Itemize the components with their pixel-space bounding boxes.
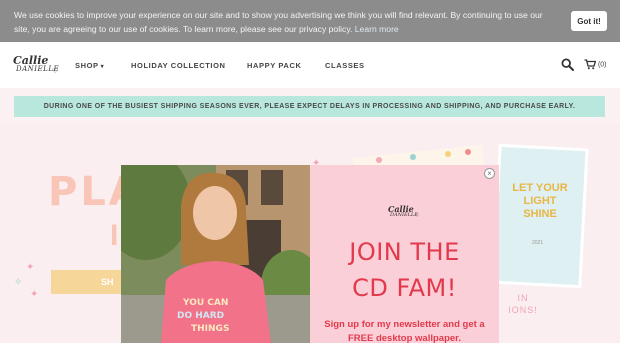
- shipping-banner: DURING ONE OF THE BUSIEST SHIPPING SEASO…: [14, 96, 605, 117]
- card-year: 2021: [532, 240, 544, 246]
- heart-icon: ♡: [415, 213, 420, 219]
- svg-text:YOU CAN: YOU CAN: [182, 298, 228, 308]
- star-icon: ✧: [14, 277, 23, 288]
- svg-text:THINGS: THINGS: [191, 324, 229, 334]
- hero-side-text: IN IONS!: [508, 293, 538, 315]
- chevron-down-icon: ▾: [100, 64, 105, 70]
- got-it-button[interactable]: Got it!: [571, 11, 607, 31]
- modal-title: JOIN THE CD FAM!: [318, 234, 491, 306]
- site-logo[interactable]: Callie DANIELLE ♡: [13, 54, 61, 78]
- heart-icon: ♡: [52, 67, 59, 75]
- modal-title-line-1: JOIN THE: [349, 238, 460, 266]
- confetti-dot: [465, 149, 471, 155]
- cookie-bar: We use cookies to improve your experienc…: [0, 0, 620, 42]
- card-text: LET YOUR LIGHT SHINE: [512, 182, 568, 220]
- modal-logo: Callie DANIELLE ♡: [388, 204, 422, 224]
- star-icon: ✦: [30, 289, 39, 300]
- nav-classes[interactable]: CLASSES: [325, 61, 365, 70]
- cookie-text: We use cookies to improve your experienc…: [14, 10, 543, 34]
- hero-shop-button[interactable]: SH: [51, 270, 121, 294]
- nav-shop-label: SHOP: [75, 61, 99, 70]
- confetti-dot: [376, 157, 382, 163]
- cart-icon: [584, 59, 597, 70]
- close-icon[interactable]: ×: [484, 168, 495, 179]
- confetti-dot: [445, 151, 451, 157]
- svg-text:DO HARD: DO HARD: [177, 311, 224, 321]
- cart-button[interactable]: (0): [584, 59, 607, 71]
- modal-title-line-2: CD FAM!: [352, 274, 457, 302]
- hero-headline-line-2: I: [110, 219, 119, 252]
- confetti-dot: [410, 154, 416, 160]
- search-icon[interactable]: [561, 58, 574, 71]
- nav-shop[interactable]: SHOP ▾: [75, 61, 104, 70]
- cart-count: (0): [597, 61, 607, 69]
- learn-more-link[interactable]: Learn more: [355, 24, 399, 34]
- nav-holiday-collection[interactable]: HOLIDAY COLLECTION: [131, 61, 226, 70]
- modal-subtitle: Sign up for my newsletter and get a FREE…: [324, 319, 485, 343]
- nav-happy-pack[interactable]: HAPPY PACK: [247, 61, 301, 70]
- modal-photo: YOU CAN DO HARD THINGS: [121, 165, 310, 343]
- star-icon: ✦: [26, 262, 35, 273]
- cookie-message: We use cookies to improve your experienc…: [14, 8, 554, 36]
- modal-logo-line-2: DANIELLE: [390, 212, 418, 218]
